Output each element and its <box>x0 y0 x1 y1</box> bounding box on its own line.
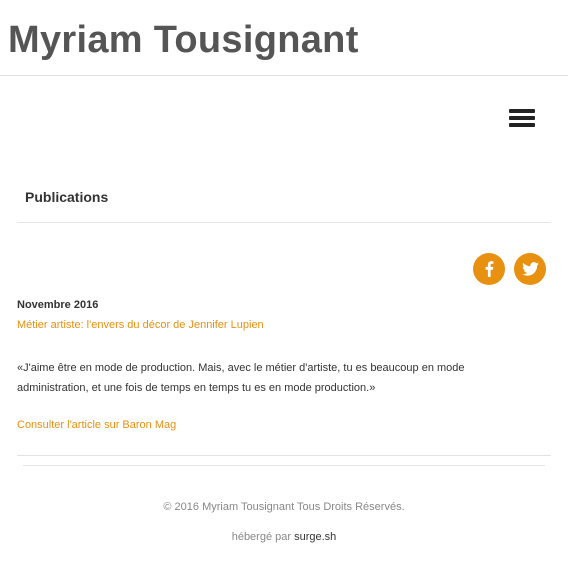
article-title-link[interactable]: Métier artiste: l'envers du décor de Jen… <box>17 318 264 332</box>
facebook-icon[interactable] <box>473 253 505 285</box>
copyright-text: © 2016 Myriam Tousignant Tous Droits Rés… <box>163 501 405 513</box>
menu-bar <box>509 123 535 127</box>
menu-bar <box>509 116 535 120</box>
quote-line: administration, et une fois de temps en … <box>17 382 376 394</box>
hosted-prefix: hébergé par <box>231 531 295 543</box>
menu-bar <box>509 109 535 113</box>
footer-divider <box>23 465 545 466</box>
quote-line: «J'aime être en mode de production. Mais… <box>17 362 465 374</box>
site-title[interactable]: Myriam Tousignant <box>8 18 359 62</box>
hamburger-menu-icon[interactable] <box>505 104 539 132</box>
article-quote: «J'aime être en mode de production. Mais… <box>17 358 537 398</box>
hosted-link[interactable]: surge.sh <box>294 531 336 543</box>
hosted-by: hébergé par surge.sh <box>0 530 568 544</box>
article-date: Novembre 2016 <box>17 299 99 311</box>
footer-divider <box>17 455 551 456</box>
twitter-icon[interactable] <box>514 253 546 285</box>
consult-article-link[interactable]: Consulter l'article sur Baron Mag <box>17 418 176 432</box>
section-divider <box>17 222 551 223</box>
header-divider <box>0 75 568 76</box>
section-title: Publications <box>25 189 109 205</box>
